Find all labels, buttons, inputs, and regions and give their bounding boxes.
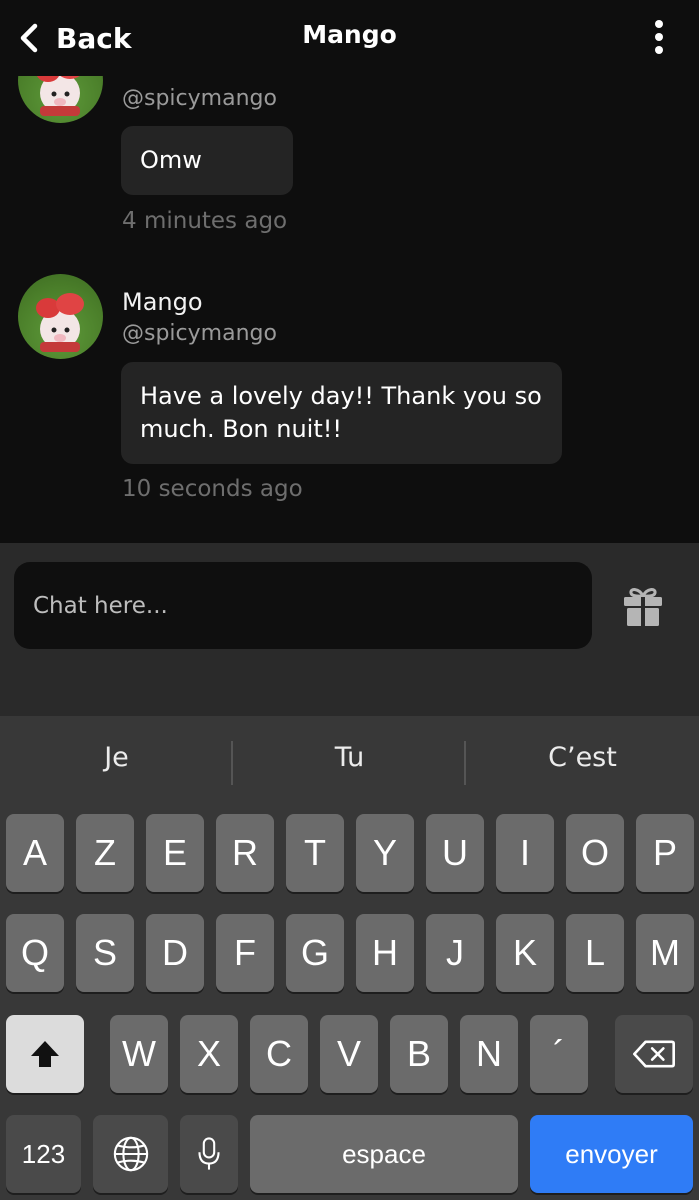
space-key[interactable]: espace <box>250 1115 518 1193</box>
backspace-key[interactable] <box>615 1015 693 1093</box>
more-vertical-icon <box>655 33 663 41</box>
back-button[interactable]: Back <box>18 18 131 58</box>
suggestion-bar: Je Tu C’est <box>0 716 699 810</box>
key-s[interactable]: S <box>76 914 134 992</box>
key-i[interactable]: I <box>496 814 554 892</box>
more-vertical-icon <box>655 20 663 28</box>
send-key[interactable]: envoyer <box>530 1115 693 1193</box>
more-options-button[interactable] <box>649 20 669 54</box>
message-bubble[interactable]: Have a lovely day!! Thank you so much. B… <box>121 362 562 464</box>
key-t[interactable]: T <box>286 814 344 892</box>
key-w[interactable]: W <box>110 1015 168 1093</box>
key-r[interactable]: R <box>216 814 274 892</box>
more-vertical-icon <box>655 46 663 54</box>
globe-key[interactable] <box>93 1115 168 1193</box>
sender-handle: @spicymango <box>122 321 277 346</box>
suggestion-item[interactable]: Tu <box>233 742 466 773</box>
chat-input[interactable] <box>14 562 592 649</box>
message-timestamp: 10 seconds ago <box>122 476 303 502</box>
key-q[interactable]: Q <box>6 914 64 992</box>
key-p[interactable]: P <box>636 814 694 892</box>
key-g[interactable]: G <box>286 914 344 992</box>
sender-handle: @spicymango <box>122 86 277 111</box>
suggestion-item[interactable]: C’est <box>466 742 699 773</box>
avatar-image <box>36 293 84 352</box>
shift-key[interactable] <box>6 1015 84 1093</box>
key-acute-accent[interactable]: ´ <box>530 1015 588 1093</box>
key-v[interactable]: V <box>320 1015 378 1093</box>
gift-button[interactable] <box>622 584 664 628</box>
suggestion-item[interactable]: Je <box>0 742 233 773</box>
backspace-icon <box>633 1040 675 1068</box>
key-o[interactable]: O <box>566 814 624 892</box>
key-k[interactable]: K <box>496 914 554 992</box>
numbers-key[interactable]: 123 <box>6 1115 81 1193</box>
key-y[interactable]: Y <box>356 814 414 892</box>
gift-icon <box>624 588 662 626</box>
key-a[interactable]: A <box>6 814 64 892</box>
microphone-icon <box>198 1137 220 1170</box>
shift-icon <box>31 1041 59 1067</box>
key-x[interactable]: X <box>180 1015 238 1093</box>
message-bubble[interactable]: Omw <box>121 126 293 195</box>
key-j[interactable]: J <box>426 914 484 992</box>
key-h[interactable]: H <box>356 914 414 992</box>
top-bar: Back Mango <box>0 0 699 76</box>
key-n[interactable]: N <box>460 1015 518 1093</box>
key-f[interactable]: F <box>216 914 274 992</box>
message-list[interactable]: @spicymango Omw 4 minutes ago Mango @spi… <box>0 0 699 543</box>
sender-name[interactable]: Mango <box>122 288 203 316</box>
key-l[interactable]: L <box>566 914 624 992</box>
key-b[interactable]: B <box>390 1015 448 1093</box>
composer-bar <box>0 543 699 716</box>
key-e[interactable]: E <box>146 814 204 892</box>
message-timestamp: 4 minutes ago <box>122 208 288 234</box>
chevron-left-icon <box>20 23 38 53</box>
on-screen-keyboard: Je Tu C’est A Z E R T Y U I O P Q S D F … <box>0 716 699 1200</box>
avatar[interactable] <box>18 274 103 359</box>
dictation-key[interactable] <box>180 1115 238 1193</box>
globe-icon <box>113 1136 148 1172</box>
key-c[interactable]: C <box>250 1015 308 1093</box>
key-d[interactable]: D <box>146 914 204 992</box>
key-u[interactable]: U <box>426 814 484 892</box>
back-label: Back <box>56 21 132 55</box>
key-m[interactable]: M <box>636 914 694 992</box>
key-z[interactable]: Z <box>76 814 134 892</box>
